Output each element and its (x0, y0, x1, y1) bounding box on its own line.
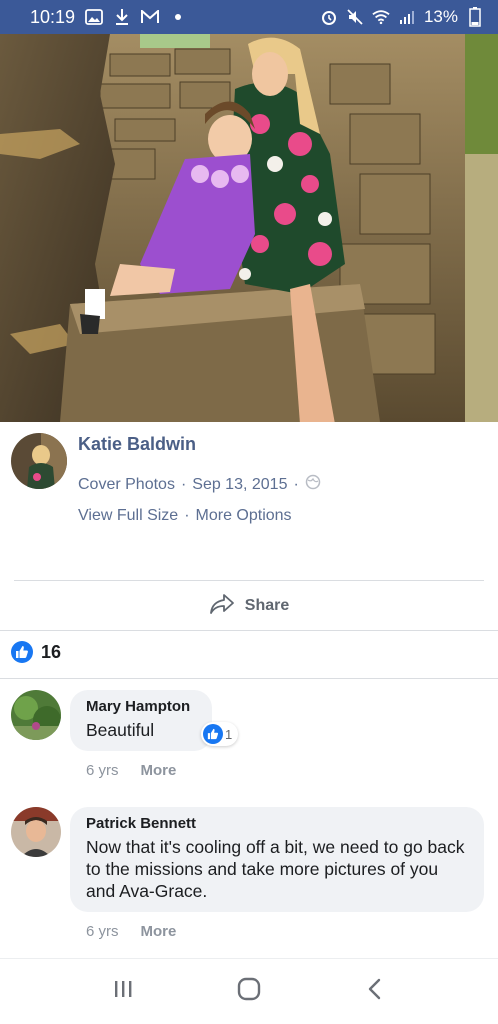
more-options-link[interactable]: More Options (196, 507, 292, 525)
like-count: 16 (41, 641, 62, 662)
comment-author[interactable]: Patrick Bennett (86, 815, 468, 832)
meta-separator: · (180, 475, 187, 493)
cover-photo[interactable] (0, 34, 498, 422)
recent-apps-icon (112, 978, 134, 1005)
reactions-summary[interactable]: 16 (11, 641, 61, 663)
comment-author[interactable]: Mary Hampton (86, 698, 196, 715)
comment-meta: 6 yrs More (86, 762, 176, 779)
alarm-icon (320, 8, 338, 26)
post-meta: Cover Photos · Sep 13, 2015 · (78, 474, 321, 495)
like-icon (203, 724, 223, 744)
post-date[interactable]: Sep 13, 2015 (192, 476, 287, 494)
back-button[interactable] (355, 972, 395, 1012)
notification-dot-icon (169, 8, 187, 26)
view-full-size-link[interactable]: View Full Size (78, 507, 178, 525)
like-icon (11, 641, 33, 663)
battery-percent: 13% (423, 7, 458, 26)
divider (14, 580, 484, 581)
battery-icon (466, 7, 484, 27)
share-icon (209, 593, 235, 620)
gallery-icon (85, 8, 103, 26)
comment-age: 6 yrs (86, 923, 119, 940)
album-link[interactable]: Cover Photos (78, 476, 175, 494)
comment-more-button[interactable]: More (141, 762, 177, 779)
comment-bubble[interactable]: Mary Hampton Beautiful (70, 690, 212, 751)
poster-name[interactable]: Katie Baldwin (78, 434, 196, 455)
comment-reactions[interactable]: 1 (201, 722, 239, 746)
share-button[interactable]: Share (0, 582, 498, 630)
comment-age: 6 yrs (86, 762, 119, 779)
back-icon (365, 977, 385, 1006)
comment-bubble[interactable]: Patrick Bennett Now that it's cooling of… (70, 807, 484, 912)
comment-text: Beautiful (86, 720, 155, 740)
divider (0, 678, 498, 679)
mute-icon (346, 8, 364, 26)
status-time: 10:19 (30, 6, 76, 27)
home-icon (236, 976, 262, 1007)
commenter-avatar[interactable] (11, 807, 61, 857)
wifi-icon (372, 8, 390, 26)
status-bar: 10:19 13% (0, 0, 498, 34)
globe-icon (305, 474, 321, 495)
system-nav-bar (0, 958, 498, 1024)
comment-text: Now that it's cooling off a bit, we need… (86, 837, 465, 901)
comment-reaction-count: 1 (225, 726, 233, 742)
share-label: Share (244, 597, 290, 614)
post-links: View Full Size · More Options (78, 507, 292, 525)
home-button[interactable] (229, 972, 269, 1012)
meta-separator: · (293, 475, 299, 493)
signal-icon (398, 8, 416, 26)
gmail-icon (141, 8, 160, 26)
download-icon (113, 8, 131, 26)
recent-apps-button[interactable] (103, 972, 143, 1012)
divider (0, 630, 498, 631)
poster-avatar[interactable] (11, 433, 67, 489)
comment-more-button[interactable]: More (141, 923, 177, 940)
commenter-avatar[interactable] (11, 690, 61, 740)
meta-separator: · (184, 507, 190, 524)
comment-meta: 6 yrs More (86, 923, 176, 940)
